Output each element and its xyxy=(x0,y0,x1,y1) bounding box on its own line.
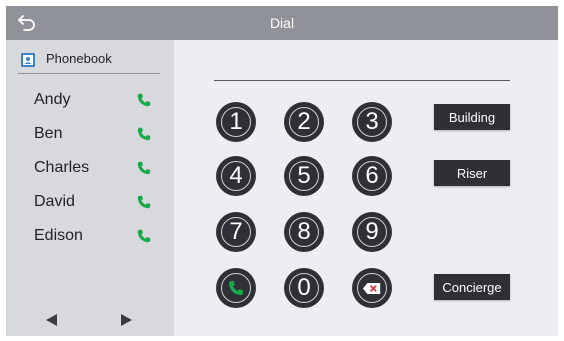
key-1[interactable]: 1 xyxy=(216,102,256,142)
contact-item-charles[interactable]: Charles xyxy=(22,155,162,183)
dialed-number-field[interactable] xyxy=(214,67,510,81)
call-button[interactable] xyxy=(216,268,256,308)
contact-item-edison[interactable]: Edison xyxy=(22,223,162,251)
key-3[interactable]: 3 xyxy=(352,102,392,142)
key-9[interactable]: 9 xyxy=(352,212,392,252)
contact-name: Ben xyxy=(34,125,63,142)
building-button[interactable]: Building xyxy=(434,104,510,130)
dial-screen: Dial Phonebook Andy Ben Charles David Ed… xyxy=(6,6,558,336)
key-2[interactable]: 2 xyxy=(284,102,324,142)
contact-name: Andy xyxy=(34,91,71,108)
phone-call-icon[interactable] xyxy=(136,160,152,176)
phone-call-icon[interactable] xyxy=(136,194,152,210)
phone-call-icon[interactable] xyxy=(136,228,152,244)
phonebook-icon xyxy=(21,53,35,67)
key-4[interactable]: 4 xyxy=(216,156,256,196)
page-title: Dial xyxy=(269,15,295,31)
phone-call-icon[interactable] xyxy=(136,126,152,142)
phonebook-label: Phonebook xyxy=(46,51,112,66)
previous-page-button[interactable] xyxy=(42,310,62,330)
title-bar: Dial xyxy=(6,6,558,40)
phonebook-sidebar: Phonebook Andy Ben Charles David Edison xyxy=(6,40,174,336)
contact-name: Edison xyxy=(34,227,83,244)
contact-item-ben[interactable]: Ben xyxy=(22,121,162,149)
delete-button[interactable] xyxy=(352,268,392,308)
contact-item-david[interactable]: David xyxy=(22,189,162,217)
key-6[interactable]: 6 xyxy=(352,156,392,196)
phone-call-icon[interactable] xyxy=(136,92,152,108)
contact-name: Charles xyxy=(34,159,90,176)
backspace-icon xyxy=(362,282,381,294)
next-page-button[interactable] xyxy=(116,310,136,330)
contact-item-andy[interactable]: Andy xyxy=(22,87,162,115)
key-0[interactable]: 0 xyxy=(284,268,324,308)
concierge-button[interactable]: Concierge xyxy=(434,274,510,300)
phonebook-header[interactable]: Phonebook xyxy=(18,48,160,74)
contact-name: David xyxy=(34,193,75,210)
phone-call-icon xyxy=(229,281,243,295)
riser-button[interactable]: Riser xyxy=(434,160,510,186)
key-8[interactable]: 8 xyxy=(284,212,324,252)
key-5[interactable]: 5 xyxy=(284,156,324,196)
key-7[interactable]: 7 xyxy=(216,212,256,252)
